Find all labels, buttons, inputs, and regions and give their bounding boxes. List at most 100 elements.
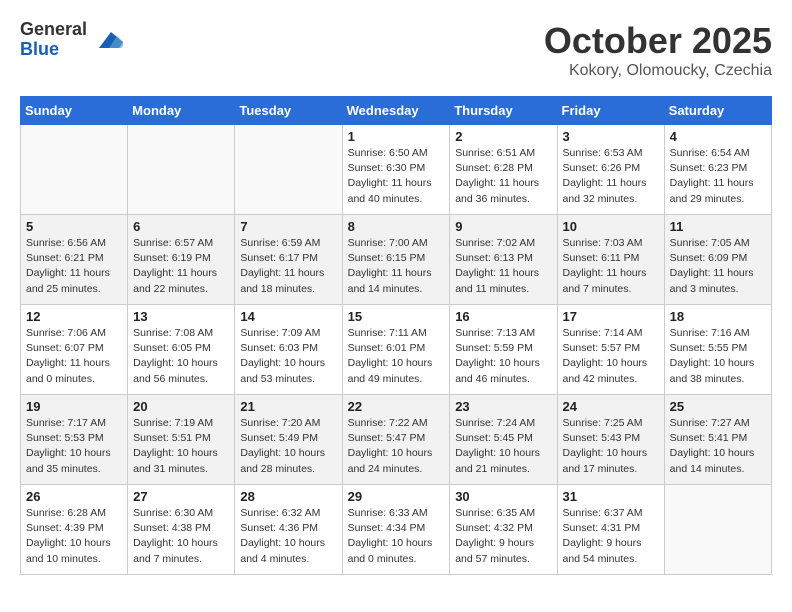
day-number: 10 bbox=[563, 219, 659, 234]
calendar-cell bbox=[664, 485, 771, 575]
calendar-cell: 20 Sunrise: 7:19 AM Sunset: 5:51 PM Dayli… bbox=[128, 395, 235, 485]
calendar-cell: 15Sunrise: 7:11 AM Sunset: 6:01 PM Dayli… bbox=[342, 305, 450, 395]
calendar-week-row: 5 Sunrise: 6:56 AM Sunset: 6:21 PM Daylig… bbox=[21, 215, 772, 305]
day-info: Sunrise: 7:13 AM Sunset: 5:59 PM Dayligh… bbox=[455, 326, 551, 387]
calendar-cell: 16 Sunrise: 7:13 AM Sunset: 5:59 PM Dayli… bbox=[450, 305, 557, 395]
calendar-cell: 21 Sunrise: 7:20 AM Sunset: 5:49 PM Dayli… bbox=[235, 395, 342, 485]
calendar-cell bbox=[235, 125, 342, 215]
logo-icon bbox=[91, 24, 123, 56]
calendar-cell: 5 Sunrise: 6:56 AM Sunset: 6:21 PM Daylig… bbox=[21, 215, 128, 305]
day-number: 21 bbox=[240, 399, 336, 414]
day-number: 14 bbox=[240, 309, 336, 324]
day-number: 3 bbox=[563, 129, 659, 144]
day-number: 2 bbox=[455, 129, 551, 144]
calendar-cell: 30 Sunrise: 6:35 AM Sunset: 4:32 PM Dayli… bbox=[450, 485, 557, 575]
day-info: Sunrise: 7:05 AM Sunset: 6:09 PM Dayligh… bbox=[670, 236, 766, 297]
calendar-cell: 9 Sunrise: 7:02 AM Sunset: 6:13 PM Daylig… bbox=[450, 215, 557, 305]
calendar-cell: 31 Sunrise: 6:37 AM Sunset: 4:31 PM Dayli… bbox=[557, 485, 664, 575]
logo-general: General bbox=[20, 20, 87, 40]
calendar-cell: 23 Sunrise: 7:24 AM Sunset: 5:45 PM Dayli… bbox=[450, 395, 557, 485]
day-info: Sunrise: 6:51 AM Sunset: 6:28 PM Dayligh… bbox=[455, 146, 551, 207]
day-info: Sunrise: 7:03 AM Sunset: 6:11 PM Dayligh… bbox=[563, 236, 659, 297]
day-info: Sunrise: 6:35 AM Sunset: 4:32 PM Dayligh… bbox=[455, 506, 551, 567]
day-info: Sunrise: 7:20 AM Sunset: 5:49 PM Dayligh… bbox=[240, 416, 336, 477]
day-info: Sunrise: 7:02 AM Sunset: 6:13 PM Dayligh… bbox=[455, 236, 551, 297]
day-number: 23 bbox=[455, 399, 551, 414]
day-number: 20 bbox=[133, 399, 229, 414]
day-number: 7 bbox=[240, 219, 336, 234]
day-info: Sunrise: 7:14 AM Sunset: 5:57 PM Dayligh… bbox=[563, 326, 659, 387]
calendar-cell: 29Sunrise: 6:33 AM Sunset: 4:34 PM Dayli… bbox=[342, 485, 450, 575]
day-number: 1 bbox=[348, 129, 445, 144]
calendar-cell: 25Sunrise: 7:27 AM Sunset: 5:41 PM Dayli… bbox=[664, 395, 771, 485]
day-number: 17 bbox=[563, 309, 659, 324]
day-info: Sunrise: 7:27 AM Sunset: 5:41 PM Dayligh… bbox=[670, 416, 766, 477]
day-info: Sunrise: 6:56 AM Sunset: 6:21 PM Dayligh… bbox=[26, 236, 122, 297]
day-info: Sunrise: 7:11 AM Sunset: 6:01 PM Dayligh… bbox=[348, 326, 445, 387]
day-of-week-header: Friday bbox=[557, 97, 664, 125]
calendar-cell: 14 Sunrise: 7:09 AM Sunset: 6:03 PM Dayli… bbox=[235, 305, 342, 395]
day-number: 18 bbox=[670, 309, 766, 324]
logo-blue: Blue bbox=[20, 40, 87, 60]
day-number: 13 bbox=[133, 309, 229, 324]
calendar-cell bbox=[128, 125, 235, 215]
day-info: Sunrise: 6:53 AM Sunset: 6:26 PM Dayligh… bbox=[563, 146, 659, 207]
calendar-cell: 18 Sunrise: 7:16 AM Sunset: 5:55 PM Dayli… bbox=[664, 305, 771, 395]
day-info: Sunrise: 7:24 AM Sunset: 5:45 PM Dayligh… bbox=[455, 416, 551, 477]
day-info: Sunrise: 7:06 AM Sunset: 6:07 PM Dayligh… bbox=[26, 326, 122, 387]
calendar-cell: 3 Sunrise: 6:53 AM Sunset: 6:26 PM Daylig… bbox=[557, 125, 664, 215]
day-number: 11 bbox=[670, 219, 766, 234]
calendar-cell: 10 Sunrise: 7:03 AM Sunset: 6:11 PM Dayli… bbox=[557, 215, 664, 305]
calendar-cell: 22 Sunrise: 7:22 AM Sunset: 5:47 PM Dayli… bbox=[342, 395, 450, 485]
day-info: Sunrise: 7:25 AM Sunset: 5:43 PM Dayligh… bbox=[563, 416, 659, 477]
day-number: 28 bbox=[240, 489, 336, 504]
day-number: 8 bbox=[348, 219, 445, 234]
day-number: 27 bbox=[133, 489, 229, 504]
calendar-cell: 6 Sunrise: 6:57 AM Sunset: 6:19 PM Daylig… bbox=[128, 215, 235, 305]
calendar-cell: 1 Sunrise: 6:50 AM Sunset: 6:30 PM Daylig… bbox=[342, 125, 450, 215]
calendar-table: SundayMondayTuesdayWednesdayThursdayFrid… bbox=[20, 96, 772, 575]
day-number: 9 bbox=[455, 219, 551, 234]
day-info: Sunrise: 7:09 AM Sunset: 6:03 PM Dayligh… bbox=[240, 326, 336, 387]
day-info: Sunrise: 6:37 AM Sunset: 4:31 PM Dayligh… bbox=[563, 506, 659, 567]
calendar-cell: 24 Sunrise: 7:25 AM Sunset: 5:43 PM Dayli… bbox=[557, 395, 664, 485]
day-number: 6 bbox=[133, 219, 229, 234]
day-number: 31 bbox=[563, 489, 659, 504]
logo-text: General Blue bbox=[20, 20, 87, 60]
calendar-cell: 27 Sunrise: 6:30 AM Sunset: 4:38 PM Dayli… bbox=[128, 485, 235, 575]
day-of-week-header: Wednesday bbox=[342, 97, 450, 125]
calendar-week-row: 12 Sunrise: 7:06 AM Sunset: 6:07 PM Dayli… bbox=[21, 305, 772, 395]
day-info: Sunrise: 6:57 AM Sunset: 6:19 PM Dayligh… bbox=[133, 236, 229, 297]
day-info: Sunrise: 7:00 AM Sunset: 6:15 PM Dayligh… bbox=[348, 236, 445, 297]
calendar-week-row: 26Sunrise: 6:28 AM Sunset: 4:39 PM Dayli… bbox=[21, 485, 772, 575]
calendar-week-row: 19Sunrise: 7:17 AM Sunset: 5:53 PM Dayli… bbox=[21, 395, 772, 485]
day-number: 4 bbox=[670, 129, 766, 144]
day-number: 5 bbox=[26, 219, 122, 234]
calendar-cell: 19Sunrise: 7:17 AM Sunset: 5:53 PM Dayli… bbox=[21, 395, 128, 485]
day-number: 30 bbox=[455, 489, 551, 504]
calendar-cell: 17 Sunrise: 7:14 AM Sunset: 5:57 PM Dayli… bbox=[557, 305, 664, 395]
day-of-week-header: Monday bbox=[128, 97, 235, 125]
day-number: 12 bbox=[26, 309, 122, 324]
calendar-cell: 8 Sunrise: 7:00 AM Sunset: 6:15 PM Daylig… bbox=[342, 215, 450, 305]
day-info: Sunrise: 6:30 AM Sunset: 4:38 PM Dayligh… bbox=[133, 506, 229, 567]
page-header: General Blue October 2025 Kokory, Olomou… bbox=[20, 20, 772, 80]
day-of-week-header: Sunday bbox=[21, 97, 128, 125]
calendar-cell: 13Sunrise: 7:08 AM Sunset: 6:05 PM Dayli… bbox=[128, 305, 235, 395]
calendar-week-row: 1 Sunrise: 6:50 AM Sunset: 6:30 PM Daylig… bbox=[21, 125, 772, 215]
calendar-cell: 4Sunrise: 6:54 AM Sunset: 6:23 PM Daylig… bbox=[664, 125, 771, 215]
day-number: 19 bbox=[26, 399, 122, 414]
day-info: Sunrise: 6:50 AM Sunset: 6:30 PM Dayligh… bbox=[348, 146, 445, 207]
day-number: 29 bbox=[348, 489, 445, 504]
day-number: 16 bbox=[455, 309, 551, 324]
day-info: Sunrise: 7:16 AM Sunset: 5:55 PM Dayligh… bbox=[670, 326, 766, 387]
day-info: Sunrise: 7:22 AM Sunset: 5:47 PM Dayligh… bbox=[348, 416, 445, 477]
day-info: Sunrise: 7:19 AM Sunset: 5:51 PM Dayligh… bbox=[133, 416, 229, 477]
day-of-week-header: Saturday bbox=[664, 97, 771, 125]
day-number: 22 bbox=[348, 399, 445, 414]
day-number: 24 bbox=[563, 399, 659, 414]
day-of-week-header: Thursday bbox=[450, 97, 557, 125]
month-title: October 2025 bbox=[544, 20, 772, 62]
calendar-cell: 26Sunrise: 6:28 AM Sunset: 4:39 PM Dayli… bbox=[21, 485, 128, 575]
day-info: Sunrise: 6:28 AM Sunset: 4:39 PM Dayligh… bbox=[26, 506, 122, 567]
